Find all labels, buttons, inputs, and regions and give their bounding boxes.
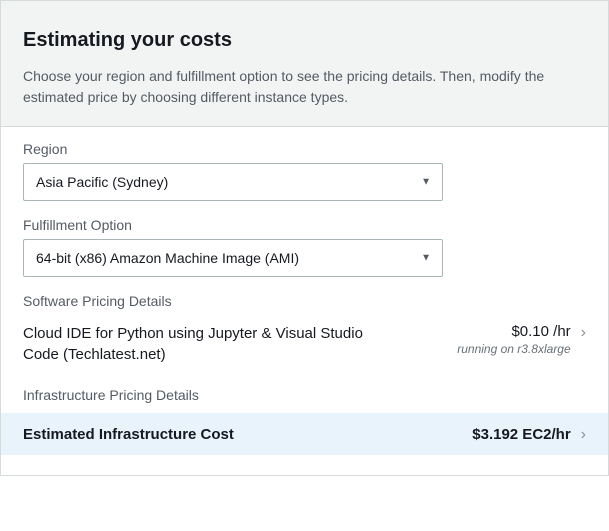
software-name: Cloud IDE for Python using Jupyter & Vis…: [23, 323, 363, 365]
cost-estimate-panel: Estimating your costs Choose your region…: [0, 0, 609, 476]
infra-cost-price: $3.192 EC2/hr: [472, 426, 570, 443]
software-amount-block: $0.10 /hr running on r3.8xlarge: [457, 323, 570, 356]
fulfillment-select[interactable]: 64-bit (x86) Amazon Machine Image (AMI): [23, 239, 443, 277]
software-pricing-row[interactable]: Cloud IDE for Python using Jupyter & Vis…: [23, 319, 586, 377]
chevron-right-icon: ›: [581, 323, 586, 341]
software-pricing-left: Cloud IDE for Python using Jupyter & Vis…: [23, 323, 457, 365]
infra-cost-label: Estimated Infrastructure Cost: [23, 426, 234, 443]
software-price: $0.10 /hr: [457, 323, 570, 340]
infra-cost-row[interactable]: Estimated Infrastructure Cost $3.192 EC2…: [1, 413, 608, 455]
software-pricing-right: $0.10 /hr running on r3.8xlarge ›: [457, 323, 586, 356]
page-description: Choose your region and fulfillment optio…: [23, 66, 586, 108]
region-label: Region: [23, 141, 586, 157]
region-select[interactable]: Asia Pacific (Sydney): [23, 163, 443, 201]
body-section: Region Asia Pacific (Sydney) ▼ Fulfillme…: [1, 127, 608, 475]
header-section: Estimating your costs Choose your region…: [1, 1, 608, 127]
fulfillment-label: Fulfillment Option: [23, 217, 586, 233]
fulfillment-select-wrap: 64-bit (x86) Amazon Machine Image (AMI) …: [23, 239, 443, 277]
region-select-value: Asia Pacific (Sydney): [36, 174, 168, 190]
page-title: Estimating your costs: [23, 29, 586, 52]
region-select-wrap: Asia Pacific (Sydney) ▼: [23, 163, 443, 201]
bottom-gap: [23, 455, 586, 475]
infra-cost-right: $3.192 EC2/hr ›: [472, 425, 586, 443]
software-pricing-section-label: Software Pricing Details: [23, 293, 586, 309]
fulfillment-select-value: 64-bit (x86) Amazon Machine Image (AMI): [36, 250, 299, 266]
software-instance-sub: running on r3.8xlarge: [457, 342, 570, 356]
infra-pricing-section-label: Infrastructure Pricing Details: [23, 387, 586, 403]
chevron-right-icon: ›: [581, 425, 586, 443]
